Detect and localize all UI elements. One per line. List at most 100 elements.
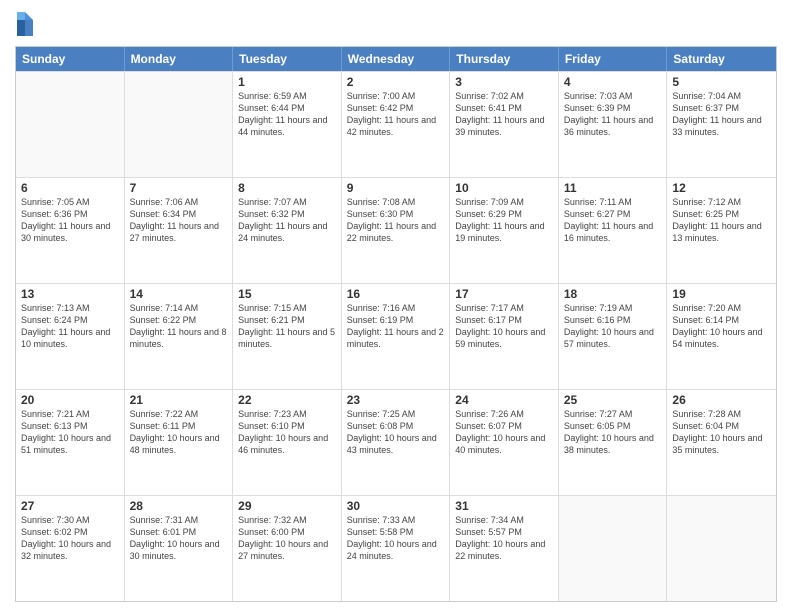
calendar-cell: 2Sunrise: 7:00 AM Sunset: 6:42 PM Daylig… xyxy=(342,72,451,177)
calendar-row: 6Sunrise: 7:05 AM Sunset: 6:36 PM Daylig… xyxy=(16,177,776,283)
calendar-cell xyxy=(667,496,776,601)
cell-info: Sunrise: 7:11 AM Sunset: 6:27 PM Dayligh… xyxy=(564,196,662,245)
cell-day-number: 14 xyxy=(130,287,228,301)
calendar-cell: 5Sunrise: 7:04 AM Sunset: 6:37 PM Daylig… xyxy=(667,72,776,177)
cell-info: Sunrise: 7:34 AM Sunset: 5:57 PM Dayligh… xyxy=(455,514,553,563)
cell-day-number: 29 xyxy=(238,499,336,513)
cell-info: Sunrise: 7:05 AM Sunset: 6:36 PM Dayligh… xyxy=(21,196,119,245)
cell-info: Sunrise: 7:02 AM Sunset: 6:41 PM Dayligh… xyxy=(455,90,553,139)
calendar-cell: 4Sunrise: 7:03 AM Sunset: 6:39 PM Daylig… xyxy=(559,72,668,177)
cell-info: Sunrise: 7:06 AM Sunset: 6:34 PM Dayligh… xyxy=(130,196,228,245)
cell-day-number: 1 xyxy=(238,75,336,89)
cell-info: Sunrise: 7:09 AM Sunset: 6:29 PM Dayligh… xyxy=(455,196,553,245)
calendar-row: 1Sunrise: 6:59 AM Sunset: 6:44 PM Daylig… xyxy=(16,71,776,177)
calendar-header-cell: Tuesday xyxy=(233,47,342,71)
cell-day-number: 7 xyxy=(130,181,228,195)
calendar-row: 13Sunrise: 7:13 AM Sunset: 6:24 PM Dayli… xyxy=(16,283,776,389)
cell-info: Sunrise: 7:20 AM Sunset: 6:14 PM Dayligh… xyxy=(672,302,771,351)
cell-day-number: 18 xyxy=(564,287,662,301)
cell-day-number: 5 xyxy=(672,75,771,89)
logo xyxy=(15,10,39,38)
calendar-cell: 10Sunrise: 7:09 AM Sunset: 6:29 PM Dayli… xyxy=(450,178,559,283)
calendar-cell: 27Sunrise: 7:30 AM Sunset: 6:02 PM Dayli… xyxy=(16,496,125,601)
calendar-cell: 17Sunrise: 7:17 AM Sunset: 6:17 PM Dayli… xyxy=(450,284,559,389)
calendar-cell: 1Sunrise: 6:59 AM Sunset: 6:44 PM Daylig… xyxy=(233,72,342,177)
cell-day-number: 9 xyxy=(347,181,445,195)
cell-day-number: 25 xyxy=(564,393,662,407)
calendar-cell: 9Sunrise: 7:08 AM Sunset: 6:30 PM Daylig… xyxy=(342,178,451,283)
logo-icon xyxy=(15,10,35,38)
calendar-cell: 7Sunrise: 7:06 AM Sunset: 6:34 PM Daylig… xyxy=(125,178,234,283)
calendar-cell: 13Sunrise: 7:13 AM Sunset: 6:24 PM Dayli… xyxy=(16,284,125,389)
calendar-cell: 21Sunrise: 7:22 AM Sunset: 6:11 PM Dayli… xyxy=(125,390,234,495)
cell-day-number: 8 xyxy=(238,181,336,195)
cell-info: Sunrise: 7:00 AM Sunset: 6:42 PM Dayligh… xyxy=(347,90,445,139)
cell-info: Sunrise: 7:04 AM Sunset: 6:37 PM Dayligh… xyxy=(672,90,771,139)
calendar-cell: 25Sunrise: 7:27 AM Sunset: 6:05 PM Dayli… xyxy=(559,390,668,495)
cell-day-number: 13 xyxy=(21,287,119,301)
cell-info: Sunrise: 7:08 AM Sunset: 6:30 PM Dayligh… xyxy=(347,196,445,245)
cell-info: Sunrise: 7:26 AM Sunset: 6:07 PM Dayligh… xyxy=(455,408,553,457)
calendar-cell: 26Sunrise: 7:28 AM Sunset: 6:04 PM Dayli… xyxy=(667,390,776,495)
cell-day-number: 4 xyxy=(564,75,662,89)
calendar-cell: 15Sunrise: 7:15 AM Sunset: 6:21 PM Dayli… xyxy=(233,284,342,389)
calendar: SundayMondayTuesdayWednesdayThursdayFrid… xyxy=(15,46,777,602)
cell-info: Sunrise: 7:19 AM Sunset: 6:16 PM Dayligh… xyxy=(564,302,662,351)
cell-info: Sunrise: 7:15 AM Sunset: 6:21 PM Dayligh… xyxy=(238,302,336,351)
cell-info: Sunrise: 7:13 AM Sunset: 6:24 PM Dayligh… xyxy=(21,302,119,351)
cell-info: Sunrise: 7:12 AM Sunset: 6:25 PM Dayligh… xyxy=(672,196,771,245)
calendar-header-cell: Monday xyxy=(125,47,234,71)
cell-day-number: 20 xyxy=(21,393,119,407)
cell-info: Sunrise: 7:31 AM Sunset: 6:01 PM Dayligh… xyxy=(130,514,228,563)
calendar-cell: 24Sunrise: 7:26 AM Sunset: 6:07 PM Dayli… xyxy=(450,390,559,495)
cell-info: Sunrise: 7:16 AM Sunset: 6:19 PM Dayligh… xyxy=(347,302,445,351)
cell-info: Sunrise: 7:27 AM Sunset: 6:05 PM Dayligh… xyxy=(564,408,662,457)
cell-day-number: 6 xyxy=(21,181,119,195)
cell-day-number: 15 xyxy=(238,287,336,301)
calendar-cell xyxy=(125,72,234,177)
cell-info: Sunrise: 7:33 AM Sunset: 5:58 PM Dayligh… xyxy=(347,514,445,563)
header xyxy=(15,10,777,38)
cell-day-number: 27 xyxy=(21,499,119,513)
calendar-cell: 20Sunrise: 7:21 AM Sunset: 6:13 PM Dayli… xyxy=(16,390,125,495)
calendar-cell: 29Sunrise: 7:32 AM Sunset: 6:00 PM Dayli… xyxy=(233,496,342,601)
calendar-cell: 16Sunrise: 7:16 AM Sunset: 6:19 PM Dayli… xyxy=(342,284,451,389)
calendar-cell: 19Sunrise: 7:20 AM Sunset: 6:14 PM Dayli… xyxy=(667,284,776,389)
cell-day-number: 17 xyxy=(455,287,553,301)
cell-info: Sunrise: 7:25 AM Sunset: 6:08 PM Dayligh… xyxy=(347,408,445,457)
cell-info: Sunrise: 7:32 AM Sunset: 6:00 PM Dayligh… xyxy=(238,514,336,563)
calendar-header-cell: Sunday xyxy=(16,47,125,71)
cell-day-number: 21 xyxy=(130,393,228,407)
calendar-cell xyxy=(16,72,125,177)
calendar-header: SundayMondayTuesdayWednesdayThursdayFrid… xyxy=(16,47,776,71)
calendar-cell: 18Sunrise: 7:19 AM Sunset: 6:16 PM Dayli… xyxy=(559,284,668,389)
cell-day-number: 19 xyxy=(672,287,771,301)
calendar-cell: 11Sunrise: 7:11 AM Sunset: 6:27 PM Dayli… xyxy=(559,178,668,283)
cell-day-number: 10 xyxy=(455,181,553,195)
calendar-cell: 23Sunrise: 7:25 AM Sunset: 6:08 PM Dayli… xyxy=(342,390,451,495)
page: SundayMondayTuesdayWednesdayThursdayFrid… xyxy=(0,0,792,612)
calendar-header-cell: Friday xyxy=(559,47,668,71)
cell-day-number: 12 xyxy=(672,181,771,195)
cell-day-number: 23 xyxy=(347,393,445,407)
calendar-header-cell: Wednesday xyxy=(342,47,451,71)
cell-info: Sunrise: 7:28 AM Sunset: 6:04 PM Dayligh… xyxy=(672,408,771,457)
calendar-cell: 22Sunrise: 7:23 AM Sunset: 6:10 PM Dayli… xyxy=(233,390,342,495)
cell-info: Sunrise: 7:14 AM Sunset: 6:22 PM Dayligh… xyxy=(130,302,228,351)
calendar-row: 20Sunrise: 7:21 AM Sunset: 6:13 PM Dayli… xyxy=(16,389,776,495)
cell-day-number: 26 xyxy=(672,393,771,407)
cell-info: Sunrise: 7:03 AM Sunset: 6:39 PM Dayligh… xyxy=(564,90,662,139)
cell-day-number: 11 xyxy=(564,181,662,195)
cell-day-number: 2 xyxy=(347,75,445,89)
cell-day-number: 16 xyxy=(347,287,445,301)
calendar-cell: 28Sunrise: 7:31 AM Sunset: 6:01 PM Dayli… xyxy=(125,496,234,601)
cell-day-number: 22 xyxy=(238,393,336,407)
cell-info: Sunrise: 7:21 AM Sunset: 6:13 PM Dayligh… xyxy=(21,408,119,457)
cell-info: Sunrise: 7:22 AM Sunset: 6:11 PM Dayligh… xyxy=(130,408,228,457)
calendar-header-cell: Thursday xyxy=(450,47,559,71)
calendar-cell: 3Sunrise: 7:02 AM Sunset: 6:41 PM Daylig… xyxy=(450,72,559,177)
calendar-cell: 30Sunrise: 7:33 AM Sunset: 5:58 PM Dayli… xyxy=(342,496,451,601)
calendar-cell: 12Sunrise: 7:12 AM Sunset: 6:25 PM Dayli… xyxy=(667,178,776,283)
calendar-body: 1Sunrise: 6:59 AM Sunset: 6:44 PM Daylig… xyxy=(16,71,776,601)
calendar-cell: 8Sunrise: 7:07 AM Sunset: 6:32 PM Daylig… xyxy=(233,178,342,283)
